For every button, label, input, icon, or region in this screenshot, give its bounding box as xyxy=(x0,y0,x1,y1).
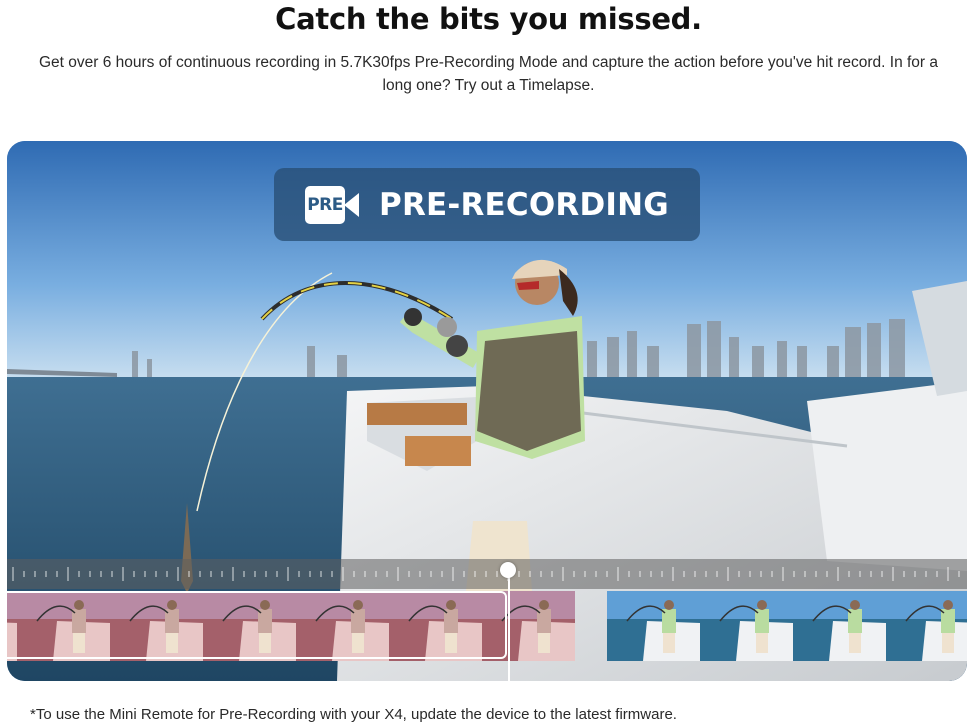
recorded-thumbnail xyxy=(793,591,886,661)
pre-icon-text: PRE xyxy=(305,185,346,224)
footnote: *To use the Mini Remote for Pre-Recordin… xyxy=(30,706,677,723)
timeline-ticks xyxy=(12,567,960,581)
pre-recording-badge: PRE PRE-RECORDING xyxy=(274,168,700,241)
recorded-thumbnail xyxy=(886,591,967,661)
pre-recording-camera-icon: PRE xyxy=(305,185,360,224)
pre-recorded-segment-frame xyxy=(7,591,507,659)
recording-timeline[interactable] xyxy=(7,559,967,681)
camera-lens-icon xyxy=(344,192,360,217)
pre-recording-label: PRE-RECORDING xyxy=(379,186,669,223)
playhead-handle[interactable] xyxy=(500,562,516,578)
description: Get over 6 hours of continuous recording… xyxy=(38,54,939,94)
pre-recording-hero-media: PRE PRE-RECORDING xyxy=(7,141,967,681)
recorded-thumbnail xyxy=(700,591,793,661)
recorded-thumbnail xyxy=(607,591,700,661)
headline: Catch the bits you missed. xyxy=(275,2,702,36)
timeline-ruler xyxy=(7,559,967,589)
playhead-line[interactable] xyxy=(508,567,510,681)
